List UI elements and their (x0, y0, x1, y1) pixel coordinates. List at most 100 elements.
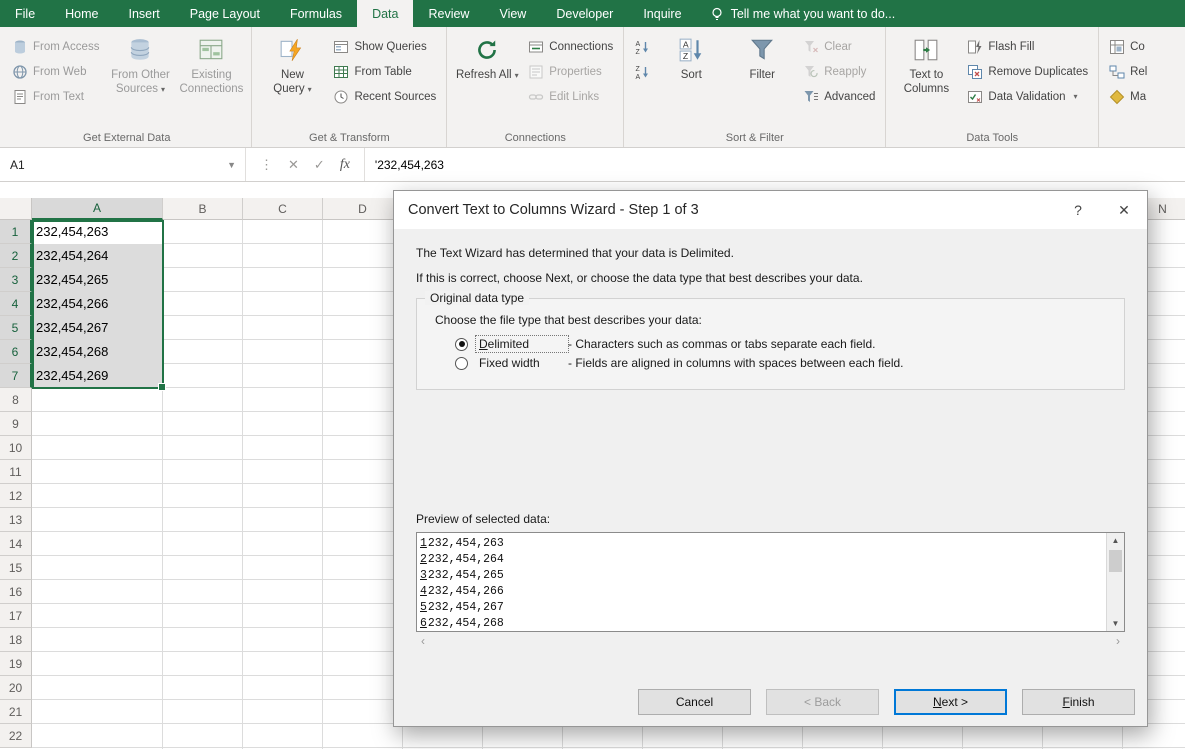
cell[interactable]: 232,454,263 (32, 220, 163, 244)
column-header[interactable]: D (323, 198, 403, 220)
data-validation-button[interactable]: Data Validation ▾ (964, 86, 1091, 107)
refresh-all-label: Refresh All (455, 69, 512, 81)
flash-fill-button[interactable]: Flash Fill (964, 36, 1091, 57)
ribbon-tab[interactable]: Page Layout (175, 0, 275, 27)
text-to-columns-button[interactable]: Text to Columns (893, 31, 959, 97)
scroll-left-icon[interactable]: ‹ (421, 634, 425, 648)
refresh-all-button[interactable]: Refresh All ▾ (454, 31, 520, 82)
ribbon-tab[interactable]: Review (413, 0, 484, 27)
manage-data-model-button[interactable]: Ma (1106, 86, 1150, 107)
cell[interactable]: 232,454,264 (32, 244, 163, 268)
row-header[interactable]: 4 (0, 292, 32, 316)
formula-input[interactable]: '232,454,263 (365, 148, 444, 181)
preview-horizontal-scrollbar[interactable]: ‹ › (416, 632, 1125, 648)
row-header[interactable]: 22 (0, 724, 32, 748)
insert-function-icon[interactable]: fx (340, 157, 350, 173)
confirm-entry-icon[interactable]: ✓ (314, 157, 325, 173)
sort-descending-button[interactable]: ZA (631, 61, 653, 82)
ribbon-tab[interactable]: Inquire (628, 0, 696, 27)
from-access-button[interactable]: From Access (9, 36, 102, 57)
radio-fixed-width[interactable]: Fixed width - Fields are aligned in colu… (455, 355, 1112, 371)
row-header[interactable]: 3 (0, 268, 32, 292)
reapply-filter-button[interactable]: Reapply (800, 61, 878, 82)
advanced-filter-button[interactable]: Advanced (800, 86, 878, 107)
recent-sources-button[interactable]: Recent Sources (330, 86, 439, 107)
filter-button[interactable]: Filter (729, 31, 795, 82)
ribbon-tab[interactable]: Data (357, 0, 414, 27)
select-all-corner[interactable] (0, 198, 32, 220)
clear-filter-button[interactable]: Clear (800, 36, 878, 57)
from-other-sources-button[interactable]: From Other Sources ▾ (107, 31, 173, 97)
filter-funnel-icon (751, 39, 774, 60)
existing-connections-button[interactable]: Existing Connections (178, 31, 244, 97)
relationships-button[interactable]: Rel (1106, 61, 1150, 82)
radio-unselected-icon[interactable] (455, 356, 468, 370)
scroll-down-icon[interactable]: ▼ (1112, 619, 1120, 628)
row-header[interactable]: 13 (0, 508, 32, 532)
row-header[interactable]: 16 (0, 580, 32, 604)
cancel-button[interactable]: Cancel (638, 689, 751, 715)
consolidate-button[interactable]: Co (1106, 36, 1150, 57)
row-header[interactable]: 1 (0, 220, 32, 244)
remove-duplicates-button[interactable]: Remove Duplicates (964, 61, 1091, 82)
ribbon-tab[interactable]: File (0, 0, 50, 27)
name-box-caret-icon[interactable]: ▼ (218, 160, 245, 170)
row-header[interactable]: 12 (0, 484, 32, 508)
row-header[interactable]: 14 (0, 532, 32, 556)
from-table-button[interactable]: From Table (330, 61, 439, 82)
row-header[interactable]: 21 (0, 700, 32, 724)
dialog-close-button[interactable]: ✕ (1101, 191, 1147, 229)
cell[interactable]: 232,454,269 (32, 364, 163, 388)
radio-selected-icon[interactable] (455, 337, 468, 351)
ribbon-tab[interactable]: Home (50, 0, 113, 27)
column-header[interactable]: C (243, 198, 323, 220)
next-button[interactable]: Next > (894, 689, 1007, 715)
row-header[interactable]: 17 (0, 604, 32, 628)
ribbon-tab[interactable]: Insert (114, 0, 175, 27)
new-query-button[interactable]: New Query ▾ (259, 31, 325, 97)
row-header[interactable]: 15 (0, 556, 32, 580)
choose-file-type-label: Choose the file type that best describes… (435, 313, 702, 327)
from-text-button[interactable]: From Text (9, 86, 102, 107)
ribbon-tab[interactable]: Formulas (275, 0, 357, 27)
finish-button[interactable]: Finish (1022, 689, 1135, 715)
tell-me-box[interactable]: Tell me what you want to do... (709, 0, 895, 27)
sort-button[interactable]: AZ Sort (658, 31, 724, 82)
row-header[interactable]: 5 (0, 316, 32, 340)
edit-links-button[interactable]: Edit Links (525, 86, 616, 107)
from-web-button[interactable]: From Web (9, 61, 102, 82)
dialog-title-bar[interactable]: Convert Text to Columns Wizard - Step 1 … (394, 191, 1147, 229)
row-header[interactable]: 2 (0, 244, 32, 268)
cell[interactable]: 232,454,267 (32, 316, 163, 340)
preview-vertical-scrollbar[interactable]: ▲ ▼ (1106, 533, 1124, 631)
scroll-right-icon[interactable]: › (1116, 634, 1120, 648)
back-button[interactable]: < Back (766, 689, 879, 715)
sort-ascending-button[interactable]: AZ (631, 36, 653, 57)
row-header[interactable]: 19 (0, 652, 32, 676)
row-header[interactable]: 10 (0, 436, 32, 460)
row-header[interactable]: 20 (0, 676, 32, 700)
dialog-help-button[interactable]: ? (1055, 191, 1101, 229)
cell[interactable]: 232,454,268 (32, 340, 163, 364)
show-queries-button[interactable]: Show Queries (330, 36, 439, 57)
cell[interactable]: 232,454,266 (32, 292, 163, 316)
row-header[interactable]: 11 (0, 460, 32, 484)
properties-button[interactable]: Properties (525, 61, 616, 82)
row-header[interactable]: 9 (0, 412, 32, 436)
row-header[interactable]: 6 (0, 340, 32, 364)
ribbon-tab[interactable]: View (484, 0, 541, 27)
name-box[interactable]: A1 ▼ (0, 148, 246, 181)
scrollbar-thumb[interactable] (1109, 550, 1122, 572)
scroll-up-icon[interactable]: ▲ (1112, 536, 1120, 545)
cell[interactable]: 232,454,265 (32, 268, 163, 292)
connections-button[interactable]: Connections (525, 36, 616, 57)
cancel-entry-icon[interactable]: ✕ (288, 157, 299, 173)
row-header[interactable]: 7 (0, 364, 32, 388)
column-header[interactable]: A (32, 198, 163, 220)
radio-delimited[interactable]: Delimited - Characters such as commas or… (455, 335, 1112, 353)
column-header[interactable]: B (163, 198, 243, 220)
row-header[interactable]: 18 (0, 628, 32, 652)
row-header[interactable]: 8 (0, 388, 32, 412)
ribbon-tab[interactable]: Developer (541, 0, 628, 27)
preview-content[interactable]: 1232,454,263 2232,454,264 3232,454,265 4232… (417, 533, 1106, 631)
